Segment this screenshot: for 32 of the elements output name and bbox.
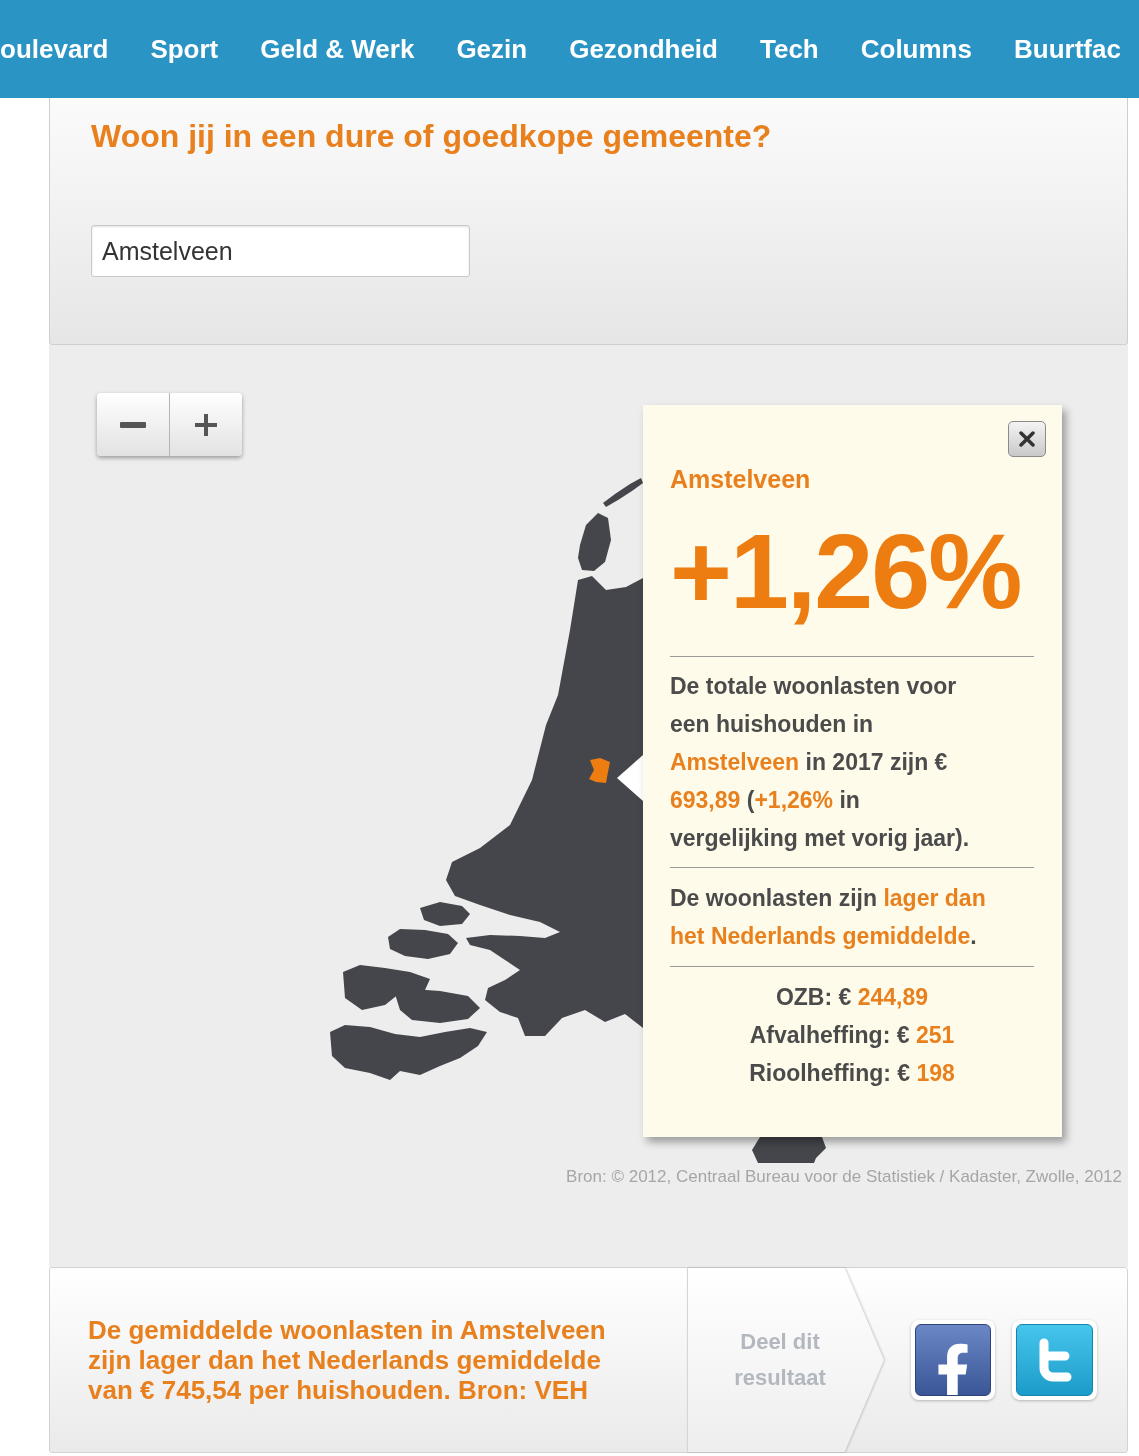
close-button[interactable] (1008, 421, 1046, 457)
share-message: De gemiddelde woonlasten in Amstelveen zijn lager dan het Nederlands gemiddelde van € 745,54 per huishouden. Bron: VEH (88, 1315, 607, 1405)
nav-link[interactable]: Gezin (456, 33, 528, 65)
source-credit: Bron: © 2012, Centraal Bureau voor de Statistiek / Kadaster, Zwolle, 2012 (566, 1167, 1122, 1187)
nav-link[interactable]: Columns (860, 33, 972, 65)
callout-pointer (617, 755, 643, 801)
zoom-out-button[interactable] (97, 393, 169, 456)
facebook-share-button[interactable] (911, 1320, 995, 1400)
nav-link[interactable]: Sport (150, 33, 219, 65)
twitter-share-button[interactable] (1012, 1320, 1097, 1400)
facebook-icon (915, 1324, 991, 1396)
nav-link[interactable]: Gezondheid (569, 33, 718, 65)
comparison-text: De woonlasten zijn lager dan het Nederlands gemiddelde. (670, 884, 987, 951)
fee-line: Afvalheffing: € 251 (749, 1021, 955, 1050)
nav-link[interactable]: Tech (759, 33, 819, 65)
minus-icon (120, 421, 146, 428)
zoom-in-button[interactable] (169, 393, 242, 456)
highlighted-municipality (589, 758, 610, 783)
share-label: Deel dit resultaat (733, 1328, 827, 1392)
summary-text: De totale woonlasten voor een huishouden in Amstelveen in 2017 zijn € 693,89 (+1,26% in vergelijking met vorig jaar). (670, 672, 971, 853)
plus-icon (195, 413, 217, 436)
municipality-name: Amstelveen (670, 464, 812, 495)
nav-link[interactable]: oulevard (0, 33, 109, 65)
nav-link[interactable]: Buurtfac (1013, 33, 1121, 65)
nav-link[interactable]: Geld & Werk (260, 33, 415, 65)
close-icon (1019, 431, 1035, 447)
page-title: Woon jij in een dure of goedkope gemeente? (91, 117, 773, 156)
search-field[interactable]: Amstelveen (91, 225, 470, 277)
fee-line: OZB: € 244,89 (775, 983, 929, 1012)
fee-line: Rioolheffing: € 198 (749, 1059, 955, 1088)
twitter-icon (1016, 1324, 1093, 1396)
change-percentage: +1,26% (670, 518, 1022, 624)
